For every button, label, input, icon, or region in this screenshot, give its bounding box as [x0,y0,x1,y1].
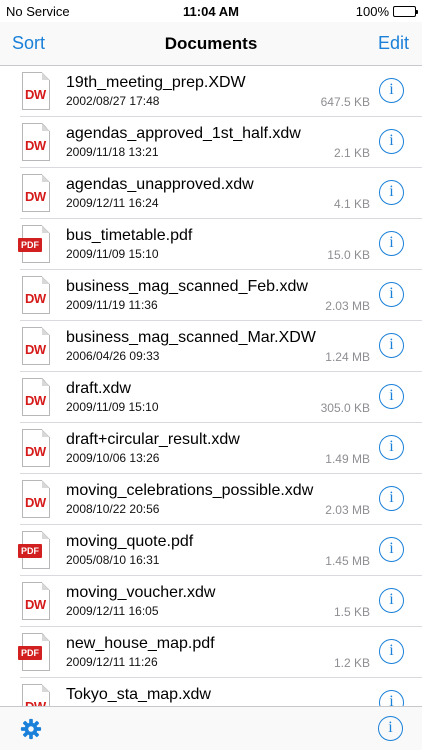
battery-status: 100% [355,4,418,19]
info-icon[interactable]: i [379,129,404,154]
edit-button[interactable]: Edit [378,33,409,54]
file-name: draft+circular_result.xdw [66,431,240,448]
page-title: Documents [164,34,258,53]
info-icon[interactable]: i [379,180,404,205]
info-icon[interactable]: i [379,435,404,460]
file-name: agendas_unapproved.xdw [66,176,254,193]
document-row[interactable]: DW business_mag_scanned_Feb.xdw 2009/11/19… [20,270,422,321]
file-size: 2.03 MB [325,503,370,517]
file-date: 2009/12/11 16:05 [66,604,159,618]
info-icon[interactable]: i [379,231,404,256]
docuworks-file-icon: DW [20,174,52,212]
file-name: new_house_map.pdf [66,635,215,652]
document-row[interactable]: DW agendas_approved_1st_half.xdw 2009/11/1… [20,117,422,168]
file-date: 2009/12/11 16:24 [66,196,159,210]
file-date: 2009/11/19 11:36 [66,298,158,312]
file-date: 2008/10/22 20:56 [66,502,160,516]
docuworks-file-icon: DW [20,276,52,314]
pdf-file-icon: PDF [18,225,52,263]
file-name: moving_quote.pdf [66,533,194,550]
file-size: 1.2 KB [333,656,370,670]
pdf-file-icon: PDF [18,531,52,569]
file-size: 2.1 KB [333,146,370,160]
document-row[interactable]: PDF moving_quote.pdf 2005/08/10 16:31 1.45 … [18,525,422,576]
file-name: bus_timetable.pdf [66,227,193,244]
docuworks-file-icon: DW [20,684,52,706]
file-size: 647.5 KB [320,95,370,109]
status-bar: No Service 11:04 AM 100% [0,0,422,22]
file-size: 1.24 MB [325,350,370,364]
file-name: Tokyo_sta_map.xdw [66,686,211,703]
file-size: 15.0 KB [327,248,370,262]
docuworks-file-icon: DW [20,480,52,518]
info-icon[interactable]: i [379,384,404,409]
file-name: 19th_meeting_prep.XDW [66,74,246,91]
navigation-bar: Sort Documents Edit [0,22,422,66]
docuworks-file-icon: DW [20,429,52,467]
info-icon[interactable]: i [379,690,404,706]
document-row[interactable]: DW moving_voucher.xdw 2009/12/11 16:05 1.5 … [20,576,422,627]
file-name: agendas_approved_1st_half.xdw [66,125,301,142]
info-icon[interactable]: i [379,282,404,307]
document-row[interactable]: PDF bus_timetable.pdf 2009/11/09 15:10 15.0… [18,219,422,270]
info-icon[interactable]: i [379,486,404,511]
document-list: DW 19th_meeting_prep.XDW 2002/08/27 17:48 6… [0,66,422,706]
docuworks-file-icon: DW [20,123,52,161]
document-row[interactable]: PDF new_house_map.pdf 2009/12/11 11:26 1.2 … [18,627,422,678]
info-icon[interactable]: i [379,78,404,103]
file-name: business_mag_scanned_Feb.xdw [66,278,308,295]
pdf-file-icon: PDF [18,633,52,671]
info-icon[interactable]: i [379,639,404,664]
file-date: 2009/11/09 15:10 [66,400,159,414]
docuworks-file-icon: DW [20,582,52,620]
file-date: 2002/08/27 17:48 [66,94,160,108]
file-size: 305.0 KB [320,401,370,415]
battery-icon [393,6,418,17]
file-name: moving_voucher.xdw [66,584,216,601]
document-row[interactable]: DW draft+circular_result.xdw 2009/10/06 13… [20,423,422,474]
file-size: 4.1 KB [333,197,370,211]
gear-icon[interactable] [20,718,42,740]
file-name: moving_celebrations_possible.xdw [66,482,314,499]
info-icon[interactable]: i [379,537,404,562]
document-row[interactable]: DW Tokyo_sta_map.xdw i [20,678,422,706]
file-date: 2005/08/10 16:31 [66,553,160,567]
file-date: 2009/12/11 11:26 [66,655,158,669]
docuworks-file-icon: DW [20,72,52,110]
file-size: 2.03 MB [325,299,370,313]
file-name: draft.xdw [66,380,131,397]
file-size: 1.45 MB [325,554,370,568]
file-size: 1.5 KB [333,605,370,619]
docuworks-file-icon: DW [20,378,52,416]
file-date: 2009/10/06 13:26 [66,451,160,465]
document-row[interactable]: DW agendas_unapproved.xdw 2009/12/11 16:24… [20,168,422,219]
file-date: 2009/11/09 15:10 [66,247,159,261]
file-date: 2009/11/18 13:21 [66,145,159,159]
file-size: 1.49 MB [325,452,370,466]
info-icon[interactable]: i [378,716,403,741]
document-row[interactable]: DW 19th_meeting_prep.XDW 2002/08/27 17:48 6… [20,66,422,117]
info-icon[interactable]: i [379,333,404,358]
document-row[interactable]: DW business_mag_scanned_Mar.XDW 2006/04/26… [20,321,422,372]
document-row[interactable]: DW moving_celebrations_possible.xdw 2008/1… [20,474,422,525]
file-name: business_mag_scanned_Mar.XDW [66,329,316,346]
info-icon[interactable]: i [379,588,404,613]
document-row[interactable]: DW draft.xdw 2009/11/09 15:10 305.0 KB i [20,372,422,423]
battery-percent: 100% [355,4,389,19]
file-date: 2006/04/26 09:33 [66,349,160,363]
docuworks-file-icon: DW [20,327,52,365]
bottom-toolbar: i [0,706,422,750]
